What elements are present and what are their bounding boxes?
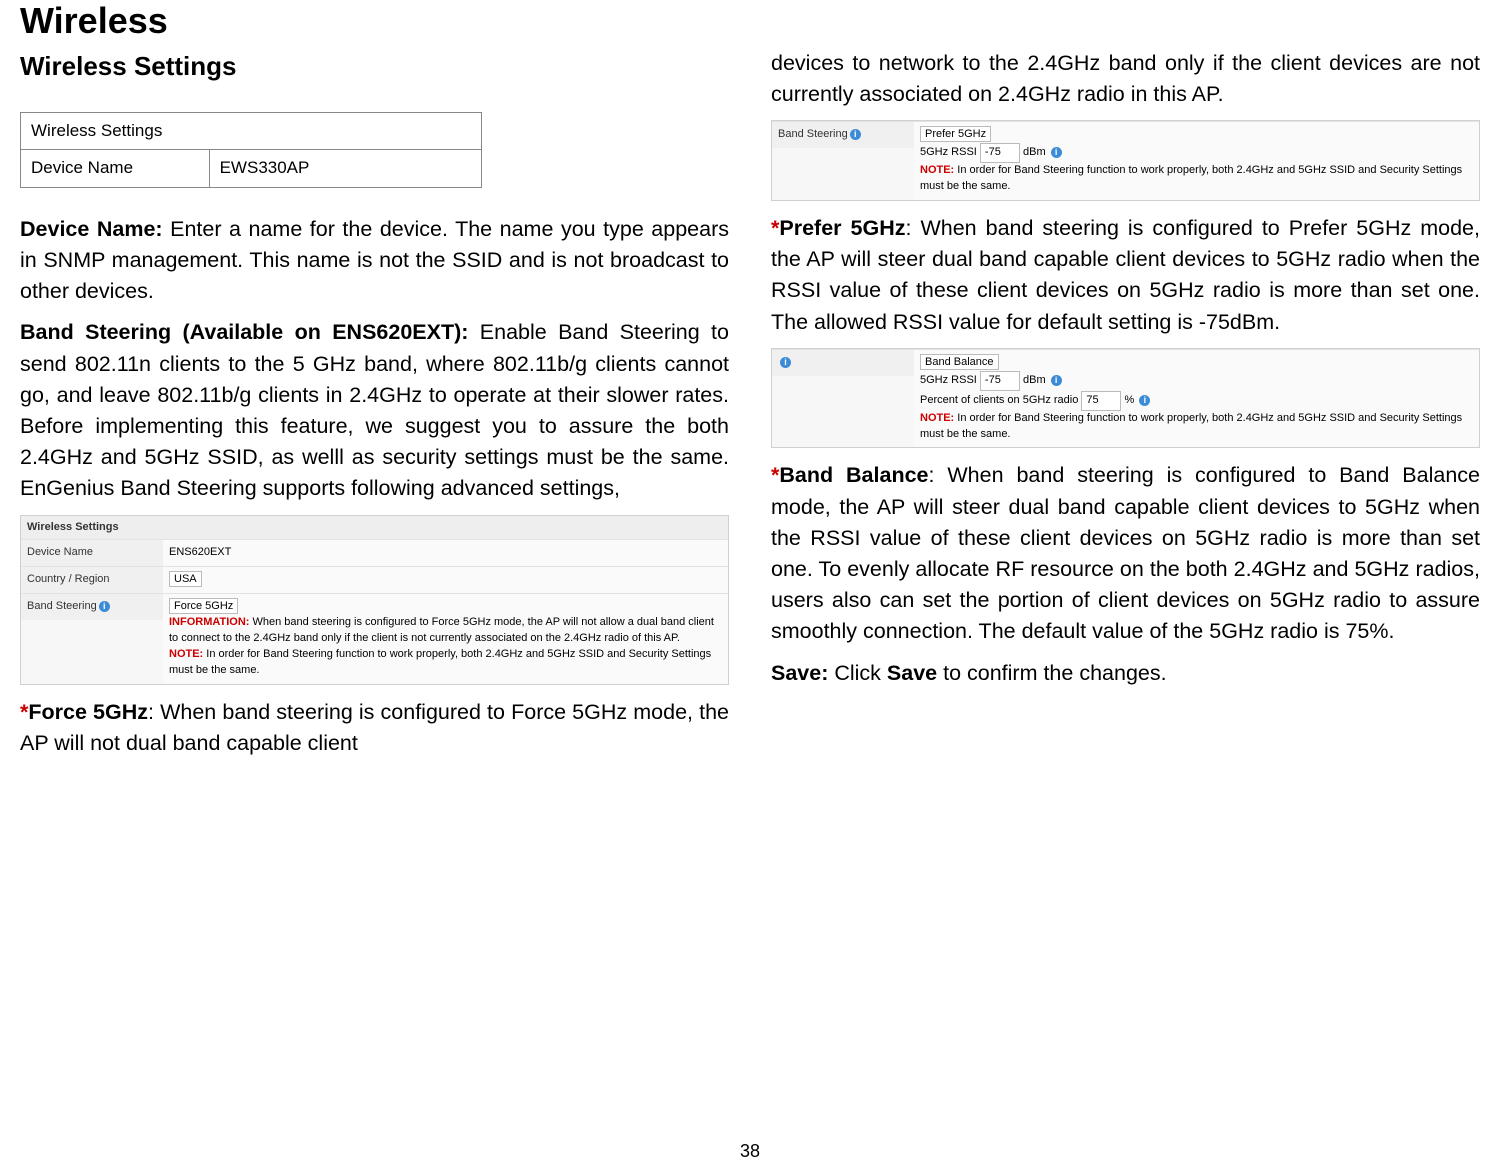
band-steering-body: Enable Band Steering to send 802.11n cli…: [20, 320, 729, 500]
band-balance-heading: Band Balance: [779, 463, 928, 487]
info-icon: i: [99, 601, 110, 612]
panel3-info-icon-cell: i: [772, 350, 914, 376]
panel2-rssi-input[interactable]: -75: [980, 143, 1020, 163]
band-steering-heading: Band Steering (Available on ENS620EXT):: [20, 320, 468, 344]
save-heading: Save:: [771, 661, 828, 685]
band-balance-body: : When band steering is configured to Ba…: [771, 463, 1480, 643]
info-icon: i: [1051, 375, 1062, 386]
panel-band-balance: i Band Balance 5GHz RSSI -75 dBm i Perce…: [771, 348, 1480, 449]
panel1-device-name-value[interactable]: ENS620EXT: [163, 540, 728, 566]
panel1-band-steering-label-text: Band Steering: [27, 600, 97, 612]
panel3-rssi-unit: dBm: [1023, 374, 1046, 386]
left-column: Wireless Settings Wireless Settings Devi…: [20, 48, 729, 769]
info-icon: i: [1139, 395, 1150, 406]
panel3-note-text: In order for Band Steering function to w…: [920, 412, 1462, 440]
panel2-note-label: NOTE:: [920, 164, 954, 176]
settings-box-label: Device Name: [21, 150, 210, 187]
info-icon: i: [780, 357, 791, 368]
force-5ghz-paragraph: *Force 5GHz: When band steering is confi…: [20, 697, 729, 759]
save-paragraph: Save: Click Save to confirm the changes.: [771, 658, 1480, 689]
panel2-rssi-label: 5GHz RSSI: [920, 146, 977, 158]
panel1-information-text: When band steering is configured to Forc…: [169, 616, 714, 644]
page-number: 38: [0, 1141, 1500, 1162]
panel3-rssi-label: 5GHz RSSI: [920, 374, 977, 386]
device-name-paragraph: Device Name: Enter a name for the device…: [20, 214, 729, 308]
device-name-heading: Device Name:: [20, 217, 163, 241]
panel-force-5ghz: Wireless Settings Device Name ENS620EXT …: [20, 515, 729, 686]
panel2-band-steering-label: Band Steeringi: [772, 122, 914, 148]
panel1-country-label: Country / Region: [21, 567, 163, 593]
right-column: devices to network to the 2.4GHz band on…: [771, 48, 1480, 769]
band-steering-paragraph: Band Steering (Available on ENS620EXT): …: [20, 317, 729, 504]
panel3-percent-label: Percent of clients on 5GHz radio: [920, 394, 1078, 406]
panel1-note-label: NOTE:: [169, 648, 203, 660]
panel2-band-steering-label-text: Band Steering: [778, 128, 848, 140]
panel1-information-label: INFORMATION:: [169, 616, 249, 628]
settings-box-header: Wireless Settings: [21, 113, 481, 151]
force-5ghz-continuation: devices to network to the 2.4GHz band on…: [771, 48, 1480, 110]
panel1-band-steering-label: Band Steeringi: [21, 594, 163, 620]
panel3-percent-input[interactable]: 75: [1081, 391, 1121, 411]
band-balance-paragraph: *Band Balance: When band steering is con…: [771, 460, 1480, 647]
section-heading-wireless-settings: Wireless Settings: [20, 48, 729, 86]
panel1-note-text: In order for Band Steering function to w…: [169, 648, 711, 676]
settings-box-value: EWS330AP: [210, 150, 481, 187]
prefer-5ghz-paragraph: *Prefer 5GHz: When band steering is conf…: [771, 213, 1480, 338]
panel-prefer-5ghz: Band Steeringi Prefer 5GHz 5GHz RSSI -75…: [771, 120, 1480, 201]
panel2-note-text: In order for Band Steering function to w…: [920, 164, 1462, 192]
panel3-band-steering-select[interactable]: Band Balance: [920, 354, 999, 370]
panel3-percent-unit: %: [1124, 394, 1134, 406]
wireless-settings-box: Wireless Settings Device Name EWS330AP: [20, 112, 482, 188]
force-5ghz-heading: Force 5GHz: [28, 700, 148, 724]
prefer-5ghz-heading: Prefer 5GHz: [779, 216, 905, 240]
save-body-1: Click: [828, 661, 887, 685]
info-icon: i: [1051, 147, 1062, 158]
panel2-band-steering-select[interactable]: Prefer 5GHz: [920, 126, 991, 142]
panel2-rssi-unit: dBm: [1023, 146, 1046, 158]
panel1-title: Wireless Settings: [21, 516, 728, 540]
panel1-device-name-label: Device Name: [21, 540, 163, 566]
page-title: Wireless: [20, 0, 1480, 42]
panel1-country-select[interactable]: USA: [169, 571, 202, 587]
panel1-band-steering-select[interactable]: Force 5GHz: [169, 598, 238, 614]
info-icon: i: [850, 129, 861, 140]
save-bold: Save: [887, 661, 937, 685]
save-body-2: to confirm the changes.: [937, 661, 1166, 685]
panel3-note-label: NOTE:: [920, 412, 954, 424]
panel3-rssi-input[interactable]: -75: [980, 371, 1020, 391]
